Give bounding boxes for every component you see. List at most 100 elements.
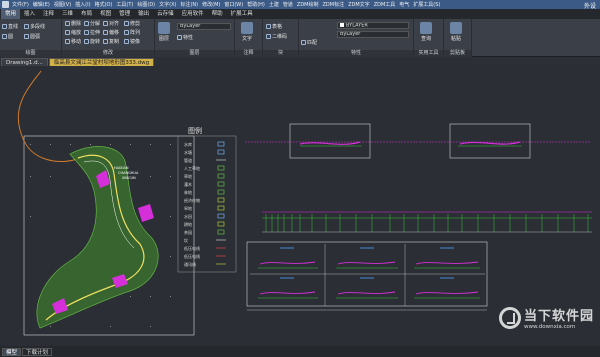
- menu-zdm-tools[interactable]: ZDM工具: [374, 1, 396, 8]
- color-dropdown[interactable]: BYLAYER: [337, 22, 409, 29]
- offset-tool[interactable]: 偏移: [103, 29, 119, 36]
- tab-3d[interactable]: 三维: [58, 9, 77, 19]
- menu-modify[interactable]: 修改(M): [202, 1, 220, 8]
- legend-item-11: 耕地: [184, 221, 192, 227]
- explode-tool[interactable]: 分解: [84, 20, 100, 27]
- doc-tab-active[interactable]: 临高县文澜江兰堂村坝地形图333.dwg: [48, 58, 155, 66]
- menu-civil[interactable]: 土建: [269, 1, 279, 8]
- array-tool[interactable]: 阵列: [124, 29, 140, 36]
- menu-zdm-text[interactable]: ZDM文字: [348, 1, 370, 8]
- text-button[interactable]: 文字: [241, 22, 253, 42]
- menu-pipe[interactable]: 管道: [283, 1, 293, 8]
- map-label-1: HAIXIAN: [114, 166, 129, 170]
- table-icon: [266, 24, 271, 29]
- text-group: 文字 注释: [235, 19, 263, 57]
- menu-zdm-dim[interactable]: ZDM标注: [323, 1, 345, 8]
- line-icon: [2, 24, 7, 29]
- line-tool[interactable]: 直线: [2, 23, 18, 30]
- profile-sheet-1: [245, 123, 420, 159]
- match-tool[interactable]: 匹配: [301, 39, 317, 46]
- legend-item-4: 人工草地: [184, 165, 200, 171]
- polyline-tool[interactable]: 多段线: [24, 23, 45, 30]
- menu-electric[interactable]: 电气: [399, 1, 409, 8]
- copy-icon: [103, 39, 108, 44]
- ext-label[interactable]: 外设: [584, 1, 596, 9]
- menu-draw[interactable]: 绘图(D): [137, 1, 155, 8]
- menu-dimension[interactable]: 标注(N): [180, 1, 198, 8]
- mirror-tool[interactable]: 镜像: [124, 38, 140, 45]
- menu-window[interactable]: 窗口(W): [224, 1, 243, 8]
- query-icon: [420, 22, 432, 34]
- erase-tool[interactable]: 删除: [65, 20, 81, 27]
- legend-item-9: 旱地: [184, 205, 192, 211]
- qrcode-icon: [266, 34, 271, 39]
- legend-title: 图例: [188, 126, 202, 135]
- legend-item-2: 水塘: [184, 149, 192, 155]
- menu-file[interactable]: 文件(F): [12, 1, 29, 8]
- tab-home[interactable]: 常用: [1, 9, 21, 19]
- menu-view[interactable]: 视图(V): [54, 1, 71, 8]
- tab-apps[interactable]: 应用软件: [178, 9, 208, 19]
- legend-item-13: 坎: [184, 237, 188, 243]
- tab-cloud[interactable]: 云存储: [153, 9, 178, 19]
- magenta-zone-2: [138, 204, 154, 222]
- tab-output[interactable]: 输出: [134, 9, 153, 19]
- map-label-3: XINCUN: [122, 176, 136, 180]
- arc-tool[interactable]: 圆弧: [24, 33, 40, 40]
- tab-layout[interactable]: 布局: [77, 9, 96, 19]
- query-button[interactable]: 查询: [420, 22, 432, 42]
- qrcode-tool[interactable]: 二维码: [266, 33, 287, 40]
- tab-ext[interactable]: 扩展工具: [227, 9, 257, 19]
- long-profile: [262, 211, 592, 233]
- trim-icon: [124, 21, 129, 26]
- menu-help[interactable]: 帮助(H): [247, 1, 265, 8]
- properties-tool[interactable]: 特性: [177, 34, 193, 41]
- tab-insert[interactable]: 插入: [20, 9, 39, 19]
- linetype-dropdown[interactable]: ByLayer: [337, 31, 409, 38]
- copy-tool[interactable]: 复制: [103, 38, 119, 45]
- downxia-logo-icon: [498, 306, 521, 329]
- annotate-group-label: 注释: [235, 50, 262, 57]
- app-icon[interactable]: [2, 1, 9, 8]
- tab-annotate[interactable]: 注释: [39, 9, 58, 19]
- river-outline: [17, 70, 81, 162]
- clipboard-group: 粘贴 剪贴板: [444, 19, 472, 57]
- paste-button[interactable]: 粘贴: [450, 22, 462, 42]
- menu-format[interactable]: 格式(O): [95, 1, 113, 8]
- utility-group-label: 实用工具: [414, 50, 443, 57]
- legend-item-10: 水田: [184, 213, 192, 219]
- layer-properties-button[interactable]: 图层: [158, 22, 170, 42]
- watermark: 当下软件园 www.downxia.com: [498, 305, 594, 330]
- layer-group-label: 图层: [155, 50, 234, 57]
- menu-zdm-draw[interactable]: ZDM绘制: [297, 1, 319, 8]
- doc-tab-drawing1[interactable]: Drawing1.d...: [1, 58, 48, 66]
- stretch-tool[interactable]: 拉伸: [84, 29, 100, 36]
- layer-dropdown[interactable]: ByLayer: [177, 23, 231, 30]
- menu-ext-tools[interactable]: 扩展工具(S): [413, 1, 440, 8]
- rotate-tool[interactable]: 旋转: [84, 38, 100, 45]
- tab-download-plan[interactable]: 下载计划: [22, 347, 53, 356]
- move-tool[interactable]: 移动: [65, 38, 81, 45]
- tab-model[interactable]: 模型: [2, 347, 22, 356]
- table-tool[interactable]: 表格: [266, 23, 282, 30]
- circle-icon: [2, 34, 7, 39]
- menu-text[interactable]: 文字(X): [159, 1, 176, 8]
- modify-group: 删除 分解 对齐 缩放 拉伸 偏移 移动 旋转 复制 修剪 阵列 镜像 修改: [62, 19, 155, 57]
- document-tabs: Drawing1.d... 临高县文澜江兰堂村坝地形图333.dwg: [0, 57, 600, 66]
- legend-item-8: 经济作物: [184, 197, 200, 203]
- menu-insert[interactable]: 插入(I): [75, 1, 90, 8]
- menu-tools[interactable]: 工具(T): [116, 1, 133, 8]
- circle-tool[interactable]: 圆: [2, 33, 13, 40]
- tab-manage[interactable]: 管理: [115, 9, 134, 19]
- legend-item-3: 管道: [184, 157, 192, 163]
- menu-edit[interactable]: 编辑(E): [33, 1, 50, 8]
- rotate-icon: [84, 39, 89, 44]
- scale-tool[interactable]: 缩放: [65, 29, 81, 36]
- tab-view[interactable]: 视图: [96, 9, 115, 19]
- offset-icon: [103, 30, 108, 35]
- align-tool[interactable]: 对齐: [103, 20, 119, 27]
- drawing-canvas[interactable]: HAIXIAN CHANGHUA XINCUN 图例 水库 水塘 管道 人工草地…: [0, 66, 600, 345]
- trim-tool[interactable]: 修剪: [124, 20, 140, 27]
- tab-help[interactable]: 帮助: [208, 9, 227, 19]
- properties-group-label: 特性: [299, 50, 413, 57]
